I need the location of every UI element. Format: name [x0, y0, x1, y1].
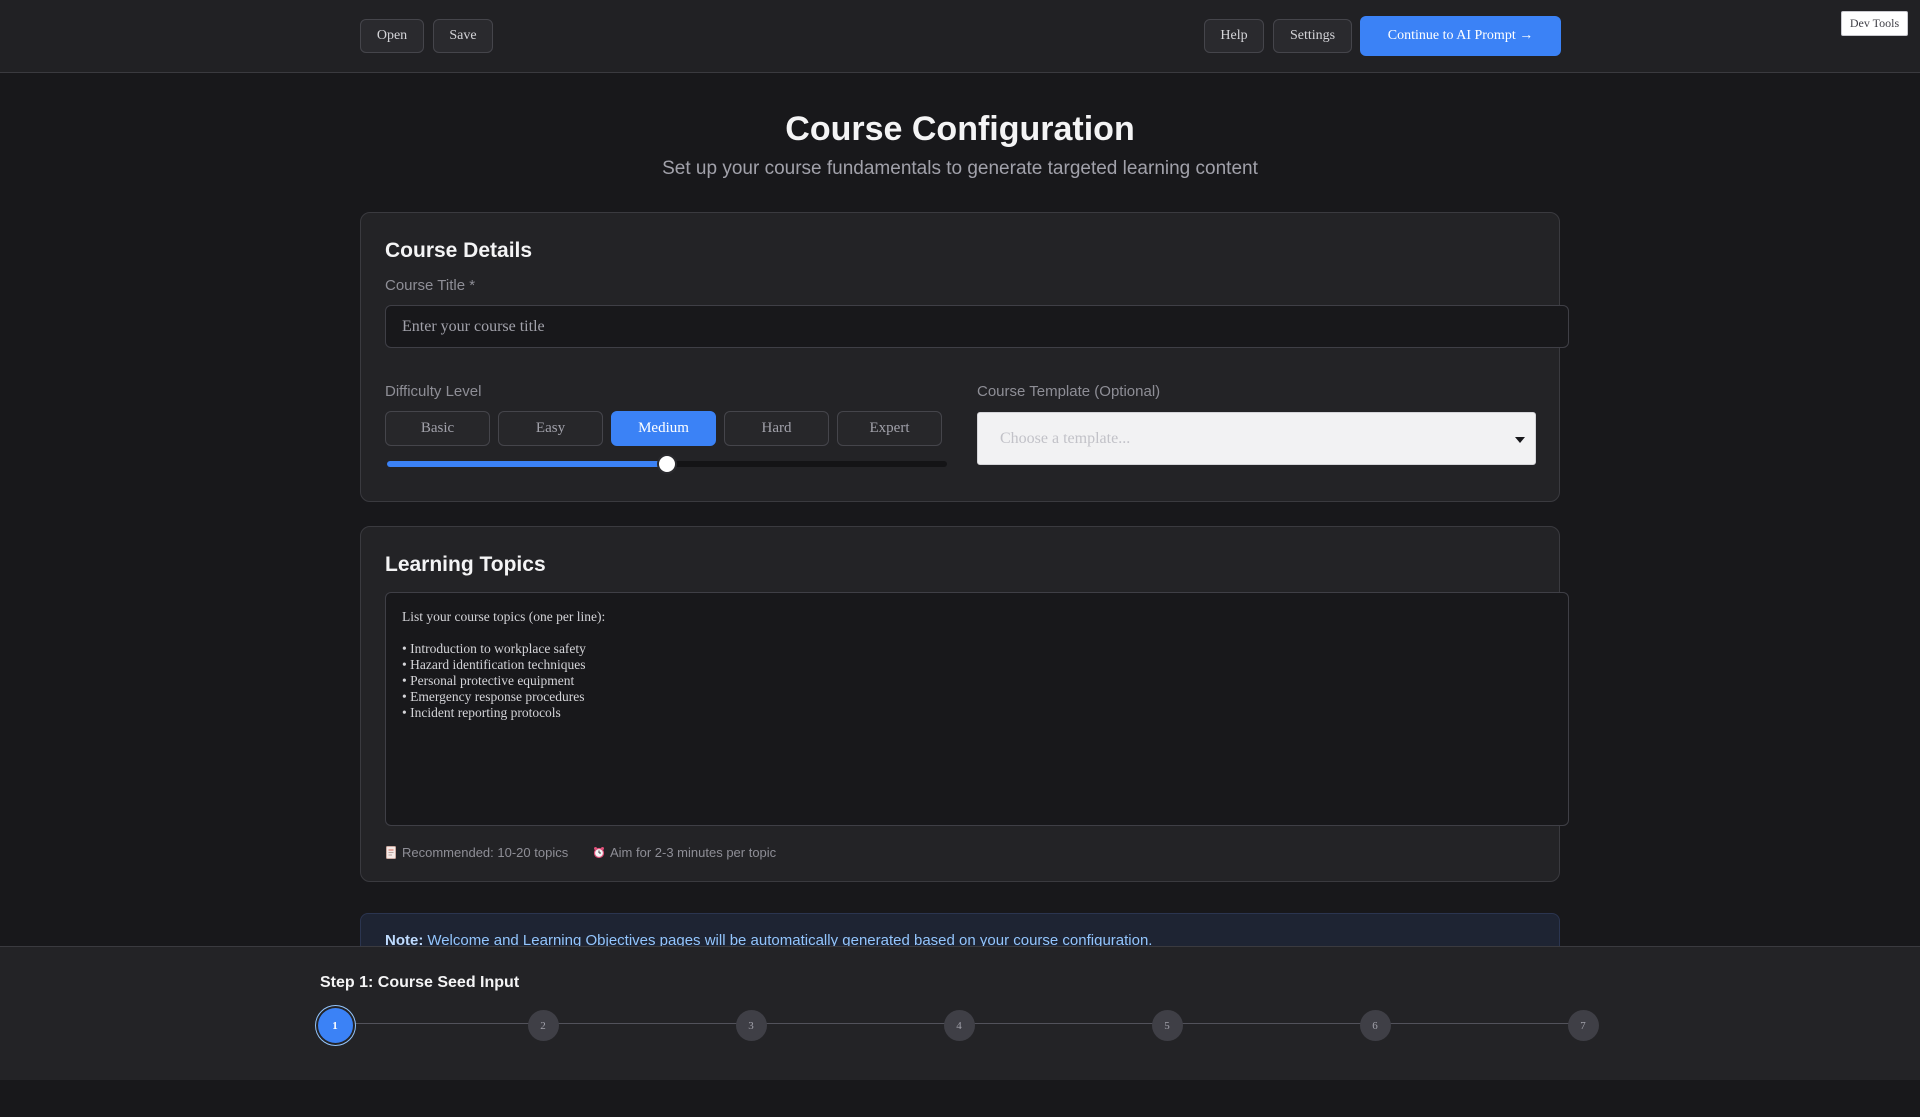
course-details-card: Course Details Course Title * Enter your… [360, 212, 1569, 502]
course-title-input[interactable]: Enter your course title [385, 305, 1569, 348]
course-template-select[interactable]: Choose a template... [977, 412, 1536, 465]
step-5-indicator[interactable]: 5 [1151, 1010, 1183, 1041]
time-hint-text: Aim for 2-3 minutes per topic [610, 845, 777, 860]
step-6-indicator[interactable]: 6 [1359, 1010, 1391, 1041]
course-title-placeholder: Enter your course title [402, 317, 545, 335]
step-4-indicator[interactable]: 4 [943, 1010, 975, 1041]
course-template-label: Course Template (Optional) [977, 383, 1161, 400]
difficulty-slider[interactable] [387, 454, 947, 474]
difficulty-basic-button[interactable]: Basic [385, 411, 490, 446]
difficulty-slider-thumb[interactable] [657, 454, 677, 474]
difficulty-level-label: Difficulty Level [385, 383, 482, 400]
dev-tools-button[interactable]: Dev Tools [1841, 11, 1908, 36]
learning-topics-card: Learning Topics List your course topics … [360, 526, 1569, 882]
time-hint: Aim for 2-3 minutes per topic [593, 845, 776, 860]
learning-topics-textarea[interactable]: List your course topics (one per line): … [385, 592, 1569, 826]
step-3-indicator[interactable]: 3 [735, 1010, 767, 1041]
recommended-hint-text: Recommended: 10-20 topics [402, 845, 569, 860]
help-button[interactable]: Help [1204, 19, 1264, 53]
page-subtitle: Set up your course fundamentals to gener… [662, 158, 1258, 179]
step-7-indicator[interactable]: 7 [1567, 1010, 1599, 1041]
course-title-label: Course Title * [385, 277, 476, 294]
difficulty-expert-button[interactable]: Expert [837, 411, 942, 446]
open-button[interactable]: Open [360, 19, 424, 53]
settings-button[interactable]: Settings [1273, 19, 1352, 53]
alarm-clock-icon [593, 847, 605, 859]
course-details-title: Course Details [385, 239, 533, 262]
difficulty-slider-fill [387, 461, 667, 467]
difficulty-medium-button[interactable]: Medium [611, 411, 716, 446]
page-title: Course Configuration [785, 110, 1135, 148]
top-toolbar: Open Save Help Settings Continue to AI P… [0, 0, 1920, 73]
save-button[interactable]: Save [433, 19, 493, 53]
step-progress-footer: Step 1: Course Seed Input 1 2 3 4 5 6 7 [0, 946, 1920, 1080]
memo-icon [386, 846, 396, 859]
step-2-indicator[interactable]: 2 [527, 1010, 559, 1041]
difficulty-hard-button[interactable]: Hard [724, 411, 829, 446]
learning-topics-title: Learning Topics [385, 553, 546, 576]
recommended-hint: Recommended: 10-20 topics [385, 845, 568, 860]
course-template-placeholder: Choose a template... [1000, 429, 1131, 447]
chevron-down-icon [1515, 437, 1525, 443]
continue-to-ai-prompt-button[interactable]: Continue to AI Prompt → [1360, 16, 1561, 56]
step-1-indicator[interactable]: 1 [317, 1008, 353, 1043]
difficulty-easy-button[interactable]: Easy [498, 411, 603, 446]
step-title: Step 1: Course Seed Input [320, 974, 520, 991]
